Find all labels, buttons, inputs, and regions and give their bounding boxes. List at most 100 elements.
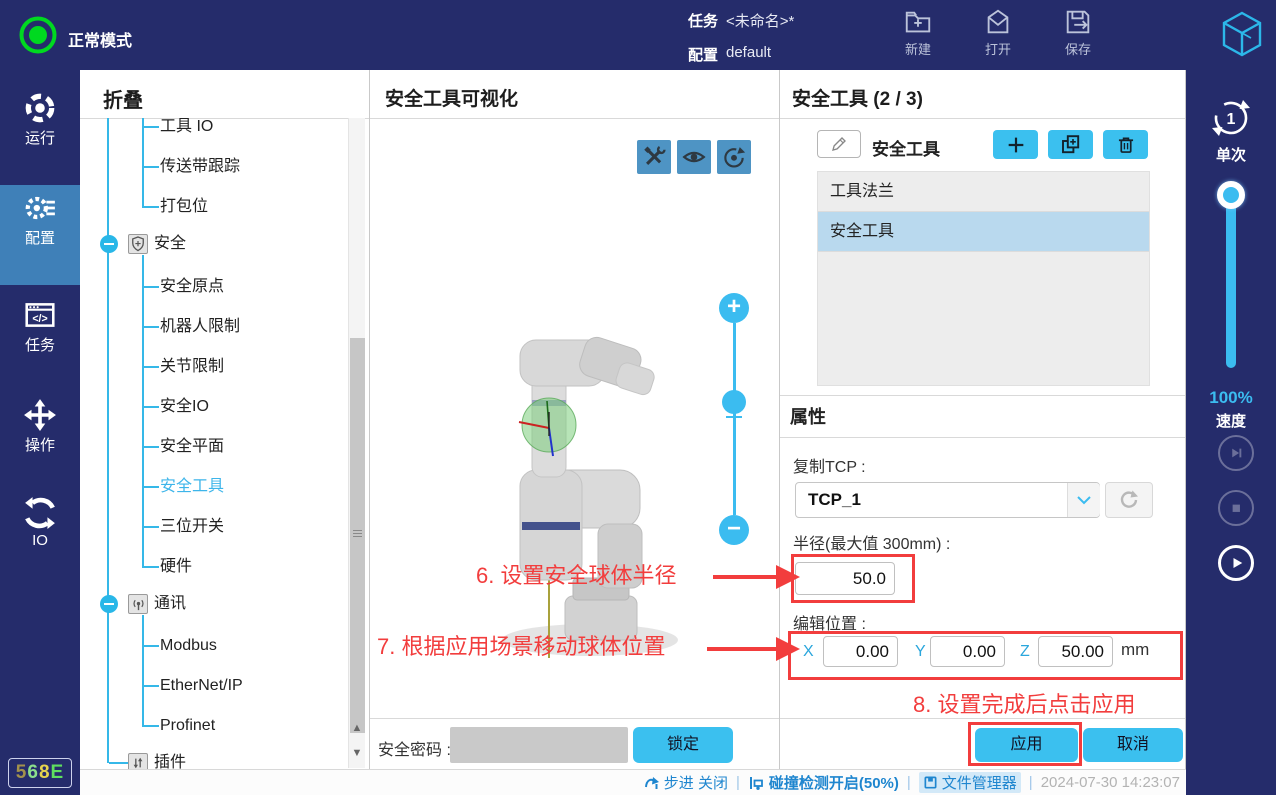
speed-slider-thumb[interactable] [1217,181,1245,209]
tcp-select[interactable]: TCP_1 [795,482,1100,518]
tree-item-ethernet-ip[interactable]: EtherNet/IP [160,675,243,697]
tree-item-safety[interactable]: 安全 [154,233,186,255]
tree-item-pack-pos[interactable]: 打包位 [160,196,208,218]
radius-input[interactable] [795,562,895,595]
zoom-slider-tick [726,416,742,418]
stop-icon [1227,499,1245,517]
tree-item-safety-home[interactable]: 安全原点 [160,276,224,298]
scroll-down-icon[interactable]: ▼ [349,745,365,761]
safety-tool-title: 安全工具 (2 / 3) [792,84,923,111]
tree-item-joint-limit[interactable]: 关节限制 [160,356,224,378]
zoom-out-button[interactable]: − [719,515,749,545]
speed-label: 速度 [1186,410,1276,431]
refresh-tcp-button[interactable] [1105,482,1153,518]
position-unit-label: mm [1121,640,1149,660]
new-task-button[interactable]: 新建 [886,7,950,58]
view-visibility-button[interactable] [677,140,711,174]
radius-label: 半径(最大值 300mm) : [793,530,950,554]
lock-button[interactable]: 锁定 [633,727,733,763]
loop-count-value: 1 [1227,111,1236,128]
y-position-input[interactable] [930,636,1005,667]
safety-password-label: 安全密码 : [378,736,451,760]
step-mode-icon [644,775,660,791]
safety-password-input[interactable] [450,727,628,763]
rename-tool-button[interactable] [817,130,861,158]
tree-collapse-comm[interactable] [100,595,118,613]
stop-button[interactable] [1218,490,1254,526]
run-icon [23,91,57,125]
tool-list-item-safety-tool[interactable]: 安全工具 [818,212,1149,252]
speed-slider-track[interactable] [1226,190,1236,368]
eye-icon [680,143,708,171]
open-task-button[interactable]: 打开 [966,7,1030,58]
file-manager-icon [923,775,938,790]
sidebar-item-run[interactable]: 运行 [0,85,80,185]
tree-item-profinet[interactable]: Profinet [160,715,215,737]
config-value: default [726,44,771,61]
z-position-input[interactable] [1038,636,1113,667]
copy-plus-icon [1059,133,1083,157]
save-icon [1063,7,1093,37]
tree-item-three-pos-switch[interactable]: 三位开关 [160,516,224,538]
cancel-button[interactable]: 取消 [1083,728,1183,762]
step-mode-status[interactable]: 步进 关闭 [644,772,728,793]
sidebar-item-operate[interactable]: 操作 [0,392,80,492]
io-sync-icon [23,496,57,530]
tree-item-modbus[interactable]: Modbus [160,635,217,657]
top-bar: 正常模式 任务 <未命名>* 配置 default 新建 打开 保存 [0,0,1276,70]
new-file-icon [903,7,933,37]
tcp-select-value: TCP_1 [808,490,861,510]
x-position-input[interactable] [823,636,898,667]
step-forward-button[interactable] [1218,435,1254,471]
tree-item-safety-plane[interactable]: 安全平面 [160,436,224,458]
task-label: 任务 [688,10,718,31]
move-arrows-icon [23,398,57,432]
config-label: 配置 [688,44,718,65]
tree-scrollbar[interactable] [348,118,365,768]
clock-datetime: 2024-07-30 14:23:07 [1041,774,1180,791]
config-tree-panel: 折叠 工具 IO 传送带跟踪 打包位 安全 安全原点 机器人限制 关节限制 安全… [80,70,370,795]
tree-collapse-safety[interactable] [100,235,118,253]
safety-checksum-badge: 568E [8,758,72,788]
antenna-icon [128,594,148,614]
tree-item-robot-limit[interactable]: 机器人限制 [160,316,240,338]
viz-title: 安全工具可视化 [385,84,518,111]
tree-item-hardware[interactable]: 硬件 [160,556,192,578]
tools-icon [641,144,667,170]
zoom-slider-thumb[interactable] [722,390,746,414]
zoom-in-button[interactable]: + [719,293,749,323]
view-tools-button[interactable] [637,140,671,174]
step-forward-icon [1226,443,1246,463]
apply-button[interactable]: 应用 [975,728,1078,762]
loop-count-icon[interactable]: 1 [1209,96,1253,140]
tree-item-safety-io[interactable]: 安全IO [160,396,209,418]
collision-detect-status[interactable]: 碰撞检测开启(50%) [748,772,899,793]
orbit-icon [720,143,748,171]
tree-item-conveyor[interactable]: 传送带跟踪 [160,156,240,178]
refresh-icon [1118,489,1140,511]
play-icon [1226,553,1246,573]
zoom-slider-track[interactable] [733,323,736,515]
robot-3d-view[interactable] [470,300,700,670]
file-manager-button[interactable]: 文件管理器 [919,772,1021,793]
tree-item-safety-tool[interactable]: 安全工具 [160,476,224,498]
collision-icon [748,775,765,791]
sidebar-item-config[interactable]: 配置 [0,185,80,285]
play-button[interactable] [1218,545,1254,581]
save-task-button[interactable]: 保存 [1046,7,1110,58]
status-bar: 步进 关闭 | 碰撞检测开启(50%) | 文件管理器 | 2024-07-30… [80,769,1186,795]
delete-tool-button[interactable] [1103,130,1148,159]
tree-item-tool-io[interactable]: 工具 IO [160,116,213,138]
plus-icon [1005,134,1027,156]
sidebar-item-task[interactable]: </> 任务 [0,292,80,392]
tree-scrollbar-thumb[interactable] [350,338,365,733]
view-orbit-button[interactable] [717,140,751,174]
add-tool-button[interactable] [993,130,1038,159]
safety-tool-panel: 安全工具 (2 / 3) 安全工具 工具法兰 安全工具 属性 复制TCP : T… [780,70,1186,795]
copy-tool-button[interactable] [1048,130,1093,159]
tree-item-comm[interactable]: 通讯 [154,593,186,615]
scroll-up-icon[interactable]: ▲ [349,720,365,736]
tool-list-item-flange[interactable]: 工具法兰 [818,172,1149,212]
sidebar-item-io[interactable]: IO [0,490,80,590]
loop-mode-label: 单次 [1186,144,1276,165]
